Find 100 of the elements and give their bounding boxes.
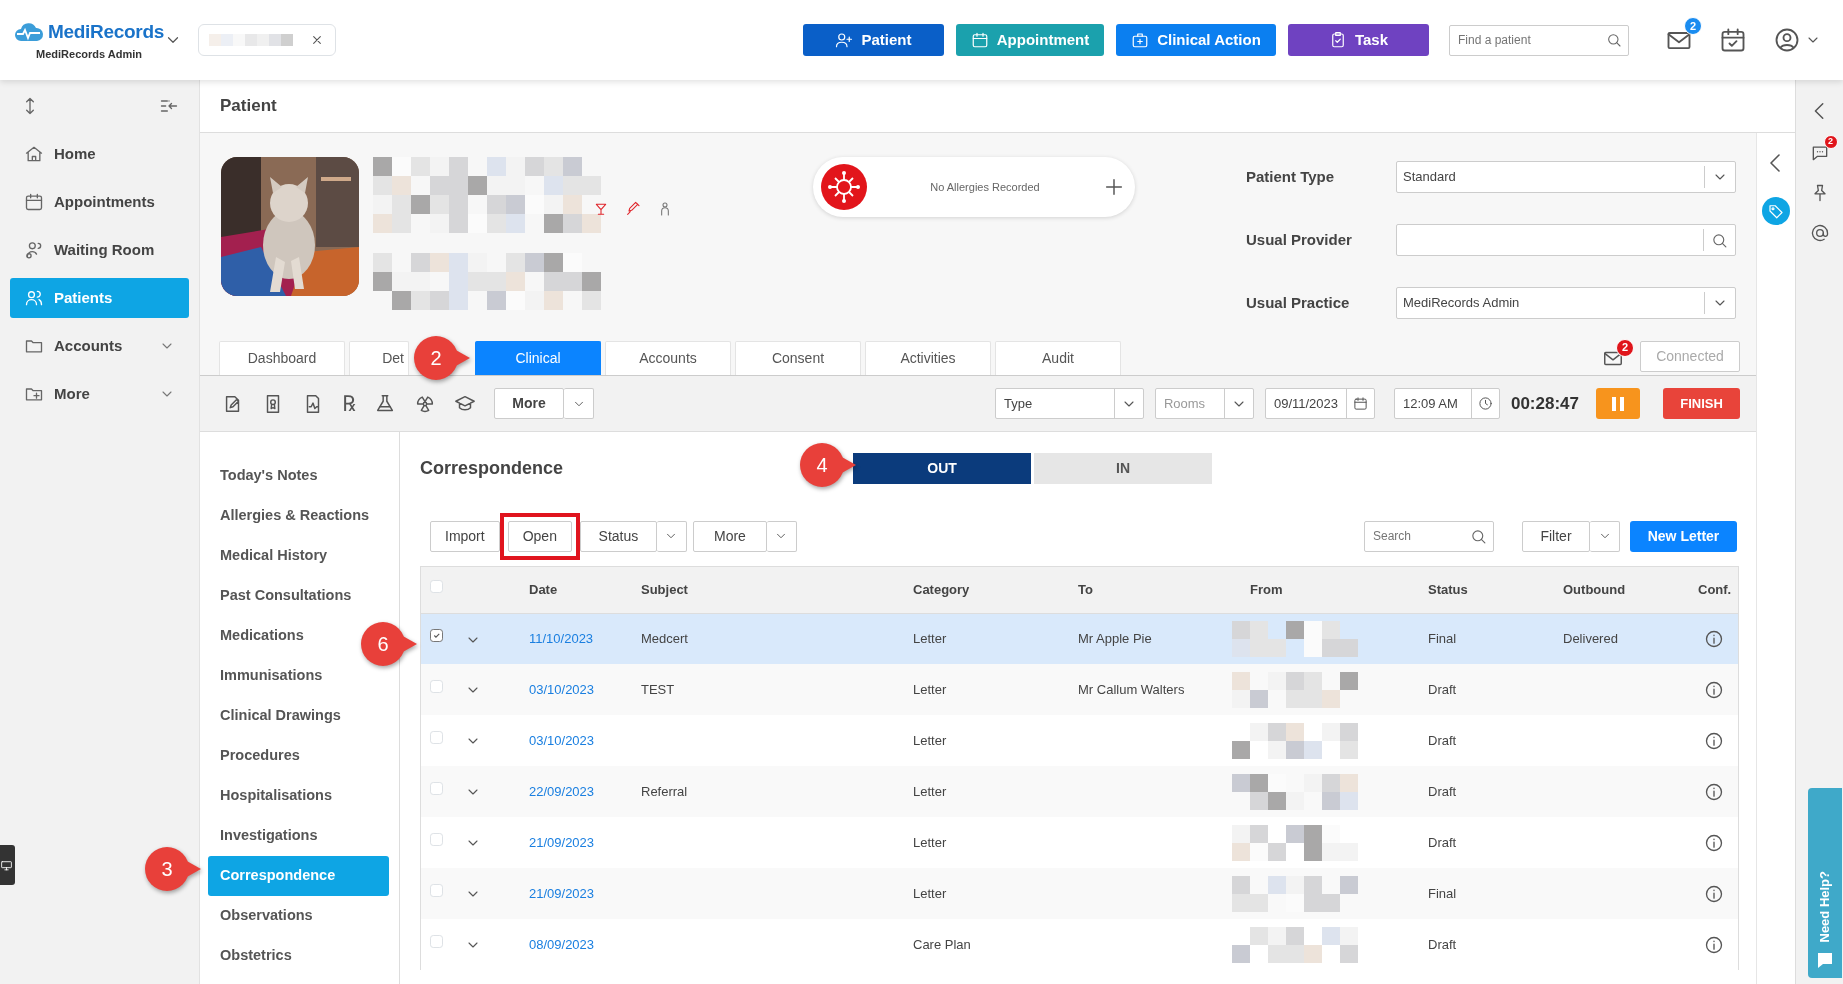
table-cell: Care Plan <box>913 936 971 952</box>
column-header: Category <box>895 567 1060 613</box>
mention-icon[interactable] <box>1809 223 1830 244</box>
dropdown-toggle-button[interactable] <box>766 520 797 552</box>
select-all-checkbox[interactable] <box>430 580 443 593</box>
logo-icon <box>14 20 44 43</box>
dropdown-field[interactable]: Standard <box>1396 161 1736 193</box>
tab[interactable]: Clinical <box>475 341 601 375</box>
info-icon[interactable] <box>1704 781 1724 802</box>
clinical-menu-item[interactable]: Observations <box>200 896 319 936</box>
direction-toggle[interactable]: IN <box>1034 452 1213 484</box>
table-cell: Delivered <box>1563 631 1618 646</box>
search-field[interactable] <box>1396 224 1736 256</box>
pause-icon <box>1612 396 1624 411</box>
date-link[interactable]: 03/10/2023 <box>529 681 595 697</box>
field-label: Usual Practice <box>1246 292 1351 313</box>
sidebar-item[interactable]: Home <box>10 134 189 174</box>
quick-action-button[interactable]: Patient <box>803 24 944 56</box>
time-field[interactable]: 12:09 AM <box>1393 388 1500 419</box>
sidebar-item[interactable]: Appointments <box>10 182 189 222</box>
date-link[interactable]: 21/09/2023 <box>529 834 595 850</box>
clinical-menu-item[interactable]: Allergies & Reactions <box>200 496 376 536</box>
table-cell: Letter <box>913 885 947 901</box>
clinical-menu-item[interactable]: Medical History <box>200 536 334 576</box>
date-link[interactable]: 03/10/2023 <box>529 732 595 748</box>
column-header: Outbound <box>1545 567 1680 613</box>
action-button[interactable]: Import <box>430 520 500 552</box>
clinical-menu-item[interactable]: Clinical Drawings <box>200 696 347 736</box>
date-link[interactable]: 08/09/2023 <box>529 936 595 952</box>
search-field[interactable]: Find a patient <box>1449 24 1629 56</box>
info-icon[interactable] <box>1704 832 1724 853</box>
quick-action-button[interactable]: Task <box>1288 24 1429 56</box>
clinical-menu-item[interactable]: Hospitalisations <box>200 776 338 816</box>
direction-toggle[interactable]: OUT <box>853 452 1032 484</box>
new-letter-button[interactable]: New Letter <box>1630 520 1737 552</box>
display-toggle-tab[interactable] <box>0 845 15 885</box>
calendar-icon[interactable] <box>1719 26 1747 54</box>
clinical-menu-item[interactable]: Immunisations <box>200 656 329 696</box>
tab[interactable]: Accounts <box>605 341 731 375</box>
dropdown-toggle-button[interactable] <box>1590 520 1620 552</box>
add-icon[interactable] <box>1103 176 1125 198</box>
user-avatar-icon[interactable] <box>1773 26 1801 54</box>
clinical-menu-item[interactable]: Past Consultations <box>200 576 358 616</box>
table-row[interactable]: 22/09/2023 Referral Letter Draft <box>421 766 1738 817</box>
info-icon[interactable] <box>1704 730 1724 751</box>
notification-badge: 2 <box>1684 17 1702 35</box>
info-icon[interactable] <box>1704 934 1724 955</box>
clinical-menu-item[interactable]: Investigations <box>200 816 324 856</box>
table-row[interactable]: 21/09/2023 Letter Final <box>421 868 1738 919</box>
sidebar-item[interactable]: Accounts <box>10 326 189 366</box>
column-header: Date <box>511 567 623 613</box>
sidebar-item[interactable]: More <box>10 374 189 414</box>
prescription-button[interactable]: ℞ <box>342 392 356 415</box>
search-field[interactable]: Search <box>1364 520 1494 552</box>
date-field[interactable]: 09/11/2023 <box>1264 388 1375 419</box>
action-button[interactable]: More <box>692 520 767 552</box>
table-cell: Draft <box>1428 732 1457 748</box>
tab[interactable]: Audit <box>995 341 1121 375</box>
filter-button[interactable]: Filter <box>1522 520 1590 552</box>
date-link[interactable]: 21/09/2023 <box>529 885 595 901</box>
search-icon[interactable] <box>1606 31 1622 48</box>
info-icon[interactable] <box>1704 629 1724 650</box>
table-row[interactable]: 03/10/2023 Letter Draft <box>421 715 1738 766</box>
dropdown-toggle-button[interactable] <box>656 520 687 552</box>
type-dropdown[interactable]: Type <box>994 388 1144 419</box>
table-cell: Final <box>1428 631 1457 646</box>
date-link[interactable]: 22/09/2023 <box>529 783 595 799</box>
search-icon[interactable] <box>1711 231 1728 249</box>
dropdown-toggle-button[interactable] <box>564 388 594 419</box>
action-button[interactable]: Status <box>579 520 657 552</box>
table-row[interactable]: 03/10/2023 TEST Letter Mr Callum Walters Draft <box>421 664 1738 715</box>
appointment-icon <box>970 31 989 49</box>
finish-button[interactable]: FINISH <box>1663 388 1740 419</box>
info-icon[interactable] <box>1704 679 1724 700</box>
dropdown-field[interactable]: MediRecords Admin <box>1396 287 1736 319</box>
row-checkbox[interactable] <box>430 629 443 642</box>
info-icon[interactable] <box>1704 883 1724 904</box>
tag-icon <box>1767 202 1785 220</box>
action-button[interactable]: Open <box>507 520 572 552</box>
more-button[interactable]: More <box>494 388 564 419</box>
quick-action-button[interactable]: Clinical Action <box>1116 24 1276 56</box>
tag-button[interactable] <box>1762 197 1790 225</box>
tab[interactable]: Dashboard <box>219 341 345 375</box>
column-header: To <box>1060 567 1232 613</box>
clinical-menu-item[interactable]: Today's Notes <box>200 456 324 496</box>
tab[interactable]: Activities <box>865 341 991 375</box>
clinical-menu-item[interactable]: Procedures <box>200 736 306 776</box>
notification-badge: 2 <box>1616 338 1634 357</box>
table-cell: Final <box>1428 885 1457 901</box>
sidebar-item[interactable]: Waiting Room <box>10 230 189 270</box>
table-cell: Letter <box>913 631 947 646</box>
people-icon <box>24 240 44 260</box>
table-cell: Draft <box>1428 783 1457 799</box>
tab[interactable]: Det <box>349 341 409 375</box>
clinical-menu-item[interactable]: Medications <box>200 616 310 656</box>
table-cell: Letter <box>913 681 947 697</box>
search-icon[interactable] <box>1470 527 1487 545</box>
table-row[interactable]: 21/09/2023 Letter Draft <box>421 817 1738 868</box>
tab[interactable]: Consent <box>735 341 861 375</box>
clinical-menu-item[interactable]: Obstetrics <box>200 936 298 976</box>
